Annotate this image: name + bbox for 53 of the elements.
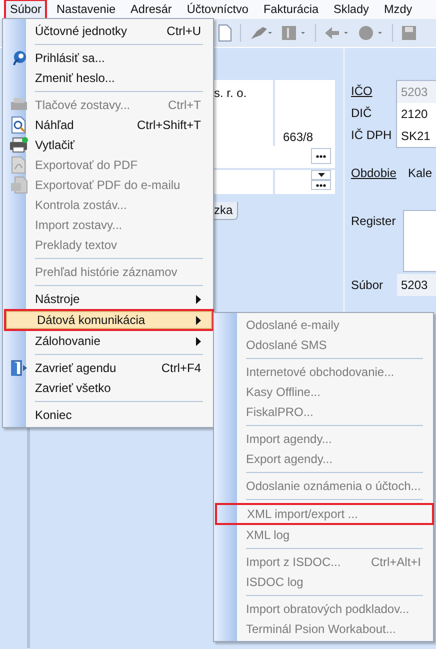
menu-item[interactable]: Zmeniť heslo...	[5, 68, 211, 88]
save-icon[interactable]	[401, 25, 417, 41]
submenu-arrow-icon	[196, 316, 201, 324]
user-icon	[11, 50, 27, 66]
field-label: Súbor	[351, 277, 384, 294]
menu-bar-item[interactable]: Súbor	[4, 0, 48, 20]
menu-bar-item[interactable]: Účtovníctvo	[180, 0, 254, 20]
menu-item[interactable]: Nástroje	[5, 289, 211, 309]
printer-icon	[9, 137, 29, 153]
menu-bar-item[interactable]: Sklady	[328, 0, 375, 20]
more-icon	[316, 184, 326, 186]
input-field[interactable]	[275, 170, 335, 194]
caret-icon	[318, 173, 324, 177]
text-field[interactable]: s. r. o.	[214, 80, 273, 102]
input-field[interactable]: 2120	[397, 103, 436, 125]
dropdown-button[interactable]	[311, 170, 331, 180]
text-field[interactable]: 663/8	[275, 128, 335, 146]
input-field[interactable]: SK21	[397, 125, 436, 147]
menu-item[interactable]: Dátová komunikácia	[6, 311, 212, 329]
tab[interactable]: zka	[214, 202, 238, 220]
door-icon	[10, 359, 28, 377]
menu-item[interactable]: Koniec	[5, 405, 211, 425]
columns-icon[interactable]	[281, 25, 307, 41]
menu-bar-item[interactable]: Nastavenie	[50, 0, 122, 20]
menu-bar-item[interactable]: Fakturácia	[257, 0, 325, 20]
printer-icon	[10, 97, 28, 113]
menu-item[interactable]: Náhľad Ctrl+Shift+T	[5, 115, 211, 135]
more-button[interactable]	[311, 148, 331, 164]
preview-icon	[11, 116, 27, 134]
brush-icon[interactable]	[249, 25, 273, 41]
menu-bar-item[interactable]: Mzdy	[378, 0, 418, 20]
menu-item[interactable]: Vytlačiť	[5, 135, 211, 155]
field-label: Register	[351, 213, 397, 230]
document-icon[interactable]	[218, 24, 232, 42]
submenu-arrow-icon	[196, 336, 201, 346]
more-button[interactable]	[311, 180, 331, 190]
back-arrow-icon[interactable]	[324, 25, 350, 41]
text-area[interactable]	[403, 210, 436, 272]
document-icon	[10, 176, 28, 194]
menu-item[interactable]: Zálohovanie	[5, 331, 211, 351]
field-label: Obdobie	[351, 165, 398, 182]
pdf-icon	[11, 156, 27, 174]
menu-bar-item[interactable]: Adresár	[124, 0, 178, 20]
input-field[interactable]: 5203	[397, 274, 436, 296]
menu-item[interactable]: Zavrieť všetko	[5, 378, 211, 398]
menu-item[interactable]: Prihlásiť sa...	[5, 48, 211, 68]
field-label: IČ DPH	[351, 127, 393, 144]
submenu-arrow-icon	[196, 294, 201, 304]
more-icon	[316, 154, 326, 158]
field-label: DIČ	[351, 105, 373, 122]
field-label: IČO	[351, 83, 374, 100]
input-field[interactable]	[214, 170, 275, 194]
menu-item[interactable]: Zavrieť agendu Ctrl+F4	[5, 358, 211, 378]
